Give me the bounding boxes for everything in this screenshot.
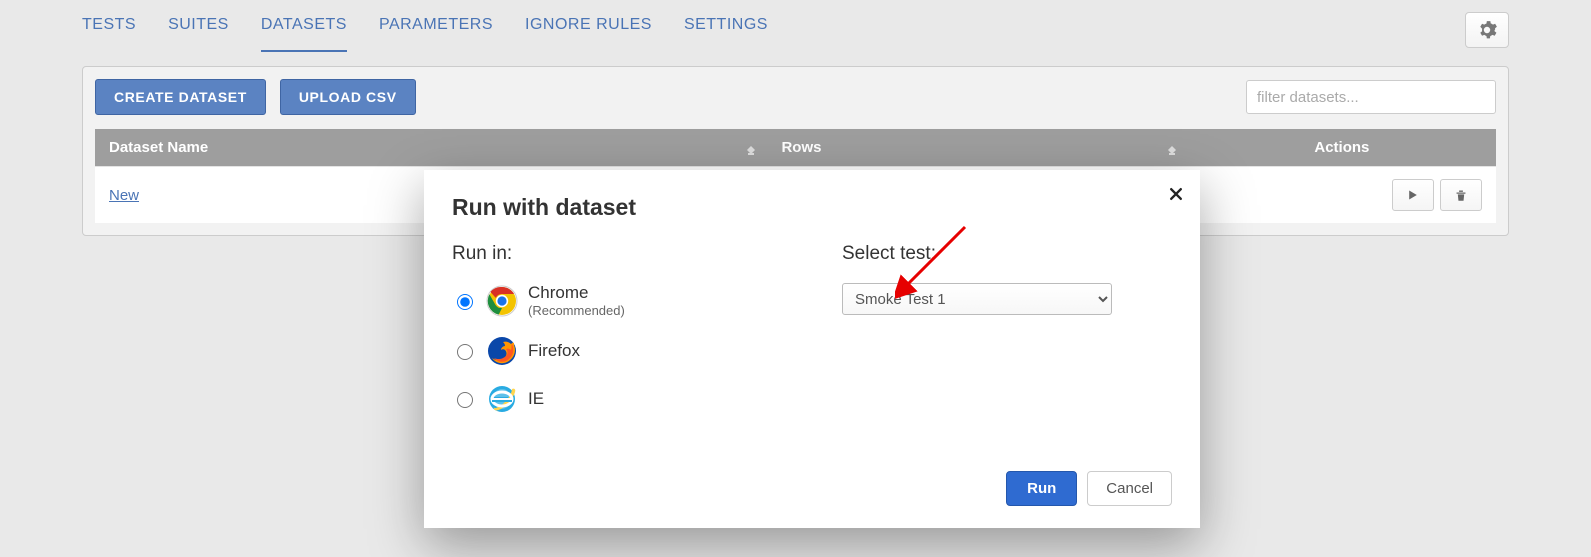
browser-radio-chrome[interactable] (457, 294, 473, 310)
col-rows[interactable]: Rows (767, 129, 1187, 167)
gear-icon (1476, 19, 1498, 41)
run-dataset-button[interactable] (1392, 179, 1434, 211)
browser-radio-firefox[interactable] (457, 344, 473, 360)
settings-gear-button[interactable] (1465, 12, 1509, 48)
nav-tab-tests[interactable]: TESTS (82, 8, 136, 52)
select-test-column: Select test: Smoke Test 1 (842, 243, 1172, 431)
cancel-button[interactable]: Cancel (1087, 471, 1172, 506)
nav-tab-datasets[interactable]: DATASETS (261, 8, 347, 52)
nav-tab-settings[interactable]: SETTINGS (684, 8, 768, 52)
nav-tab-ignore-rules[interactable]: IGNORE RULES (525, 8, 652, 52)
nav-bar: TESTS SUITES DATASETS PARAMETERS IGNORE RULE… (0, 0, 1591, 52)
chrome-icon (486, 285, 518, 317)
filter-datasets-input[interactable] (1246, 80, 1496, 114)
dataset-link[interactable]: New (109, 187, 139, 204)
browser-name: Chrome (528, 283, 625, 303)
modal-title: Run with dataset (452, 194, 1172, 221)
run-in-label: Run in: (452, 243, 782, 265)
create-dataset-button[interactable]: CREATE DATASET (95, 79, 266, 115)
select-test-label: Select test: (842, 243, 1172, 265)
datasets-toolbar: CREATE DATASET UPLOAD CSV (95, 79, 1496, 115)
browser-name: Firefox (528, 341, 580, 361)
nav-tab-parameters[interactable]: PARAMETERS (379, 8, 493, 52)
col-actions: Actions (1188, 129, 1496, 167)
close-icon (1168, 186, 1184, 202)
col-dataset-name[interactable]: Dataset Name (95, 129, 767, 167)
browser-name: IE (528, 389, 544, 409)
run-button[interactable]: Run (1006, 471, 1077, 506)
browser-radio-ie[interactable] (457, 392, 473, 408)
browser-option-chrome[interactable]: Chrome(Recommended) (452, 283, 782, 319)
run-in-column: Run in: Chrome(Recommended) Firefox IE (452, 243, 782, 431)
nav-tab-suites[interactable]: SUITES (168, 8, 229, 52)
modal-close-button[interactable] (1168, 186, 1184, 207)
delete-dataset-button[interactable] (1440, 179, 1482, 211)
nav-tabs: TESTS SUITES DATASETS PARAMETERS IGNORE RULE… (82, 8, 768, 52)
browser-option-ie[interactable]: IE (452, 383, 782, 415)
firefox-icon (486, 335, 518, 367)
trash-icon (1454, 188, 1468, 202)
upload-csv-button[interactable]: UPLOAD CSV (280, 79, 416, 115)
ie-icon (486, 383, 518, 415)
run-dataset-modal: Run with dataset Run in: Chrome(Recommen… (424, 170, 1200, 528)
browser-option-firefox[interactable]: Firefox (452, 335, 782, 367)
select-test-dropdown[interactable]: Smoke Test 1 (842, 283, 1112, 315)
browser-hint: (Recommended) (528, 303, 625, 319)
play-icon (1406, 188, 1420, 202)
